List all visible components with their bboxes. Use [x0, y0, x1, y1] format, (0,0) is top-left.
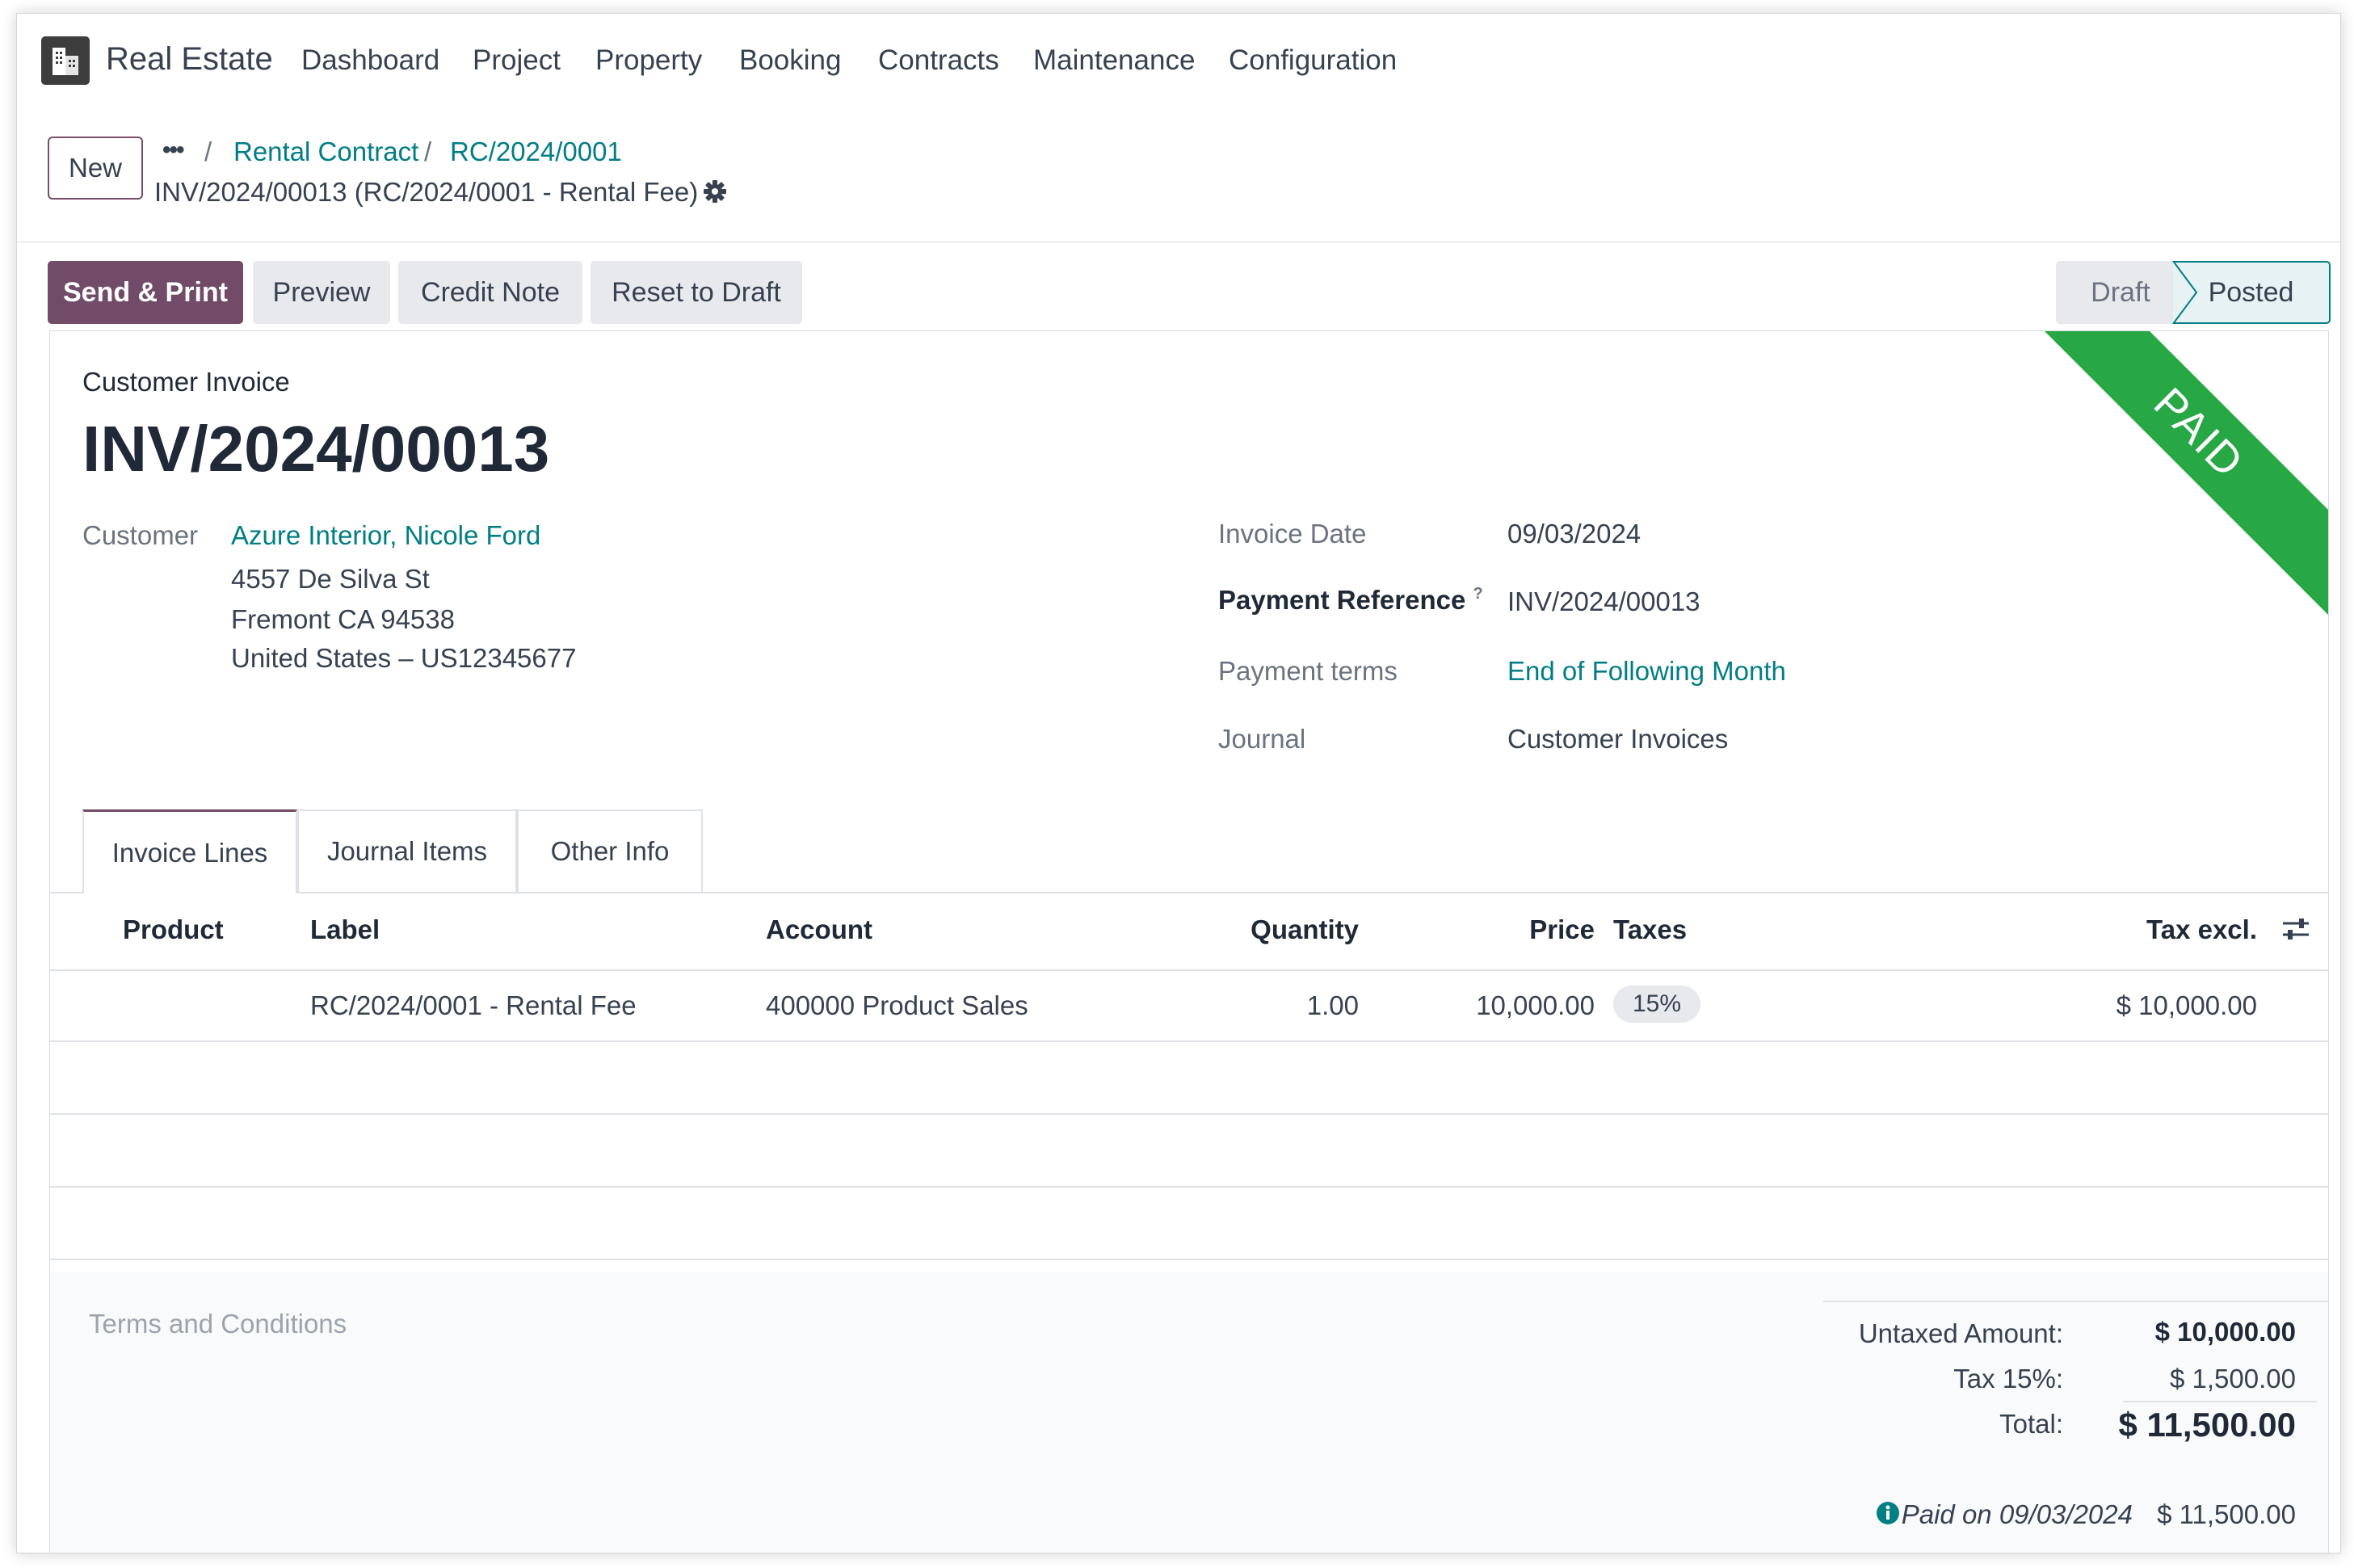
- menu-property[interactable]: Property: [595, 44, 702, 77]
- payment-reference-label: Payment Reference ?: [1218, 585, 1483, 616]
- column-price[interactable]: Price: [1529, 914, 1595, 945]
- total-value: $ 11,500.00: [2118, 1406, 2296, 1444]
- status-arrow-icon: [2169, 261, 2198, 324]
- table-row[interactable]: RC/2024/0001 - Rental Fee 400000 Product…: [50, 969, 2328, 1042]
- tax-label: Tax 15%:: [1953, 1364, 2063, 1394]
- tab-journal-items[interactable]: Journal Items: [297, 809, 517, 892]
- breadcrumb-rental-contract[interactable]: Rental Contract: [233, 137, 418, 167]
- customer-address-line: United States – US12345677: [231, 643, 577, 673]
- payment-reference-field[interactable]: INV/2024/00013: [1507, 586, 1700, 617]
- column-taxes[interactable]: Taxes: [1613, 914, 1687, 945]
- total-divider: [2123, 1401, 2317, 1402]
- column-label[interactable]: Label: [310, 914, 380, 945]
- paid-amount: $ 11,500.00: [2157, 1499, 2296, 1529]
- menu-maintenance[interactable]: Maintenance: [1033, 44, 1195, 77]
- invoice-date-field[interactable]: 09/03/2024: [1507, 519, 1641, 549]
- status-draft[interactable]: Draft: [2056, 261, 2185, 324]
- cell-label: RC/2024/0001 - Rental Fee: [310, 990, 637, 1020]
- totals-divider: [1823, 1301, 2328, 1302]
- tab-other-info[interactable]: Other Info: [517, 809, 703, 892]
- invoice-date-label: Invoice Date: [1218, 519, 1367, 549]
- customer-address-line: 4557 De Silva St: [231, 564, 430, 594]
- breadcrumb-separator: /: [424, 137, 432, 166]
- journal-field[interactable]: Customer Invoices: [1507, 724, 1728, 755]
- table-row-empty: [50, 1042, 2328, 1115]
- untaxed-amount-label: Untaxed Amount:: [1858, 1318, 2063, 1348]
- cell-tax-excl: $ 10,000.00: [2116, 990, 2257, 1020]
- credit-note-button[interactable]: Credit Note: [398, 261, 582, 324]
- menu-dashboard[interactable]: Dashboard: [301, 44, 439, 77]
- table-header: Product Label Account Quantity Price Tax…: [50, 892, 2328, 971]
- tax-badge: 15%: [1613, 986, 1700, 1023]
- column-account[interactable]: Account: [766, 914, 872, 945]
- action-bar: Send & Print Preview Credit Note Reset t…: [17, 242, 2340, 330]
- reset-to-draft-button[interactable]: Reset to Draft: [591, 261, 802, 324]
- invoice-footer: Terms and Conditions Untaxed Amount: $ 1…: [50, 1272, 2328, 1553]
- notebook-tabs: Invoice Lines Journal Items Other Info: [50, 809, 2328, 893]
- untaxed-amount-value: $ 10,000.00: [2154, 1317, 2296, 1347]
- tab-invoice-lines[interactable]: Invoice Lines: [82, 809, 297, 893]
- status-bar: Draft Posted: [2056, 261, 2331, 324]
- journal-label: Journal: [1218, 724, 1306, 754]
- terms-and-conditions-field[interactable]: Terms and Conditions: [89, 1309, 347, 1339]
- gear-icon[interactable]: [702, 179, 728, 208]
- tax-value: $ 1,500.00: [2170, 1364, 2296, 1394]
- cell-account: 400000 Product Sales: [766, 990, 1028, 1020]
- column-product[interactable]: Product: [123, 914, 224, 945]
- menu-configuration[interactable]: Configuration: [1229, 44, 1397, 77]
- table-row-empty: [50, 1115, 2328, 1188]
- new-button[interactable]: New: [48, 137, 143, 200]
- form-sheet: PAID Customer Invoice INV/2024/00013 Cus…: [49, 330, 2329, 1553]
- customer-label: Customer: [82, 520, 199, 550]
- breadcrumb-separator: /: [204, 137, 212, 166]
- table-row-empty: [50, 1188, 2328, 1260]
- total-label: Total:: [1999, 1409, 2063, 1439]
- send-print-button[interactable]: Send & Print: [48, 261, 243, 324]
- top-navbar: Real Estate Dashboard Project Property B…: [17, 14, 2340, 104]
- menu-contracts[interactable]: Contracts: [878, 44, 999, 77]
- breadcrumb-contract-ref[interactable]: RC/2024/0001: [450, 137, 622, 167]
- cell-quantity: 1.00: [1306, 990, 1359, 1020]
- payment-reference-label-text: Payment Reference: [1218, 585, 1466, 615]
- invoice-number: INV/2024/00013: [82, 413, 550, 485]
- real-estate-app-icon[interactable]: [41, 36, 90, 85]
- paid-ribbon: PAID: [2012, 331, 2328, 620]
- payment-terms-field[interactable]: End of Following Month: [1507, 656, 1786, 687]
- preview-button[interactable]: Preview: [253, 261, 390, 324]
- customer-field[interactable]: Azure Interior, Nicole Ford: [231, 520, 540, 551]
- app-window: Real Estate Dashboard Project Property B…: [16, 13, 2341, 1553]
- optional-columns-toggle-icon[interactable]: [2280, 914, 2312, 948]
- control-panel: New ••• / Rental Contract / RC/2024/0001…: [17, 104, 2340, 242]
- info-icon[interactable]: [1876, 1501, 1900, 1529]
- payment-terms-label: Payment terms: [1218, 656, 1398, 686]
- record-title: INV/2024/00013 (RC/2024/0001 - Rental Fe…: [154, 177, 699, 207]
- column-quantity[interactable]: Quantity: [1251, 914, 1359, 945]
- app-name[interactable]: Real Estate: [106, 41, 273, 78]
- cell-price: 10,000.00: [1476, 990, 1595, 1020]
- column-tax-excl[interactable]: Tax excl.: [2146, 914, 2257, 945]
- breadcrumb-more-button[interactable]: •••: [162, 137, 184, 164]
- menu-project[interactable]: Project: [473, 44, 561, 77]
- paid-on-label: Paid on 09/03/2024: [1901, 1499, 2133, 1529]
- customer-address-line: Fremont CA 94538: [231, 604, 455, 634]
- menu-booking[interactable]: Booking: [739, 44, 841, 77]
- document-type: Customer Invoice: [82, 367, 290, 397]
- help-tooltip-icon[interactable]: ?: [1473, 585, 1483, 603]
